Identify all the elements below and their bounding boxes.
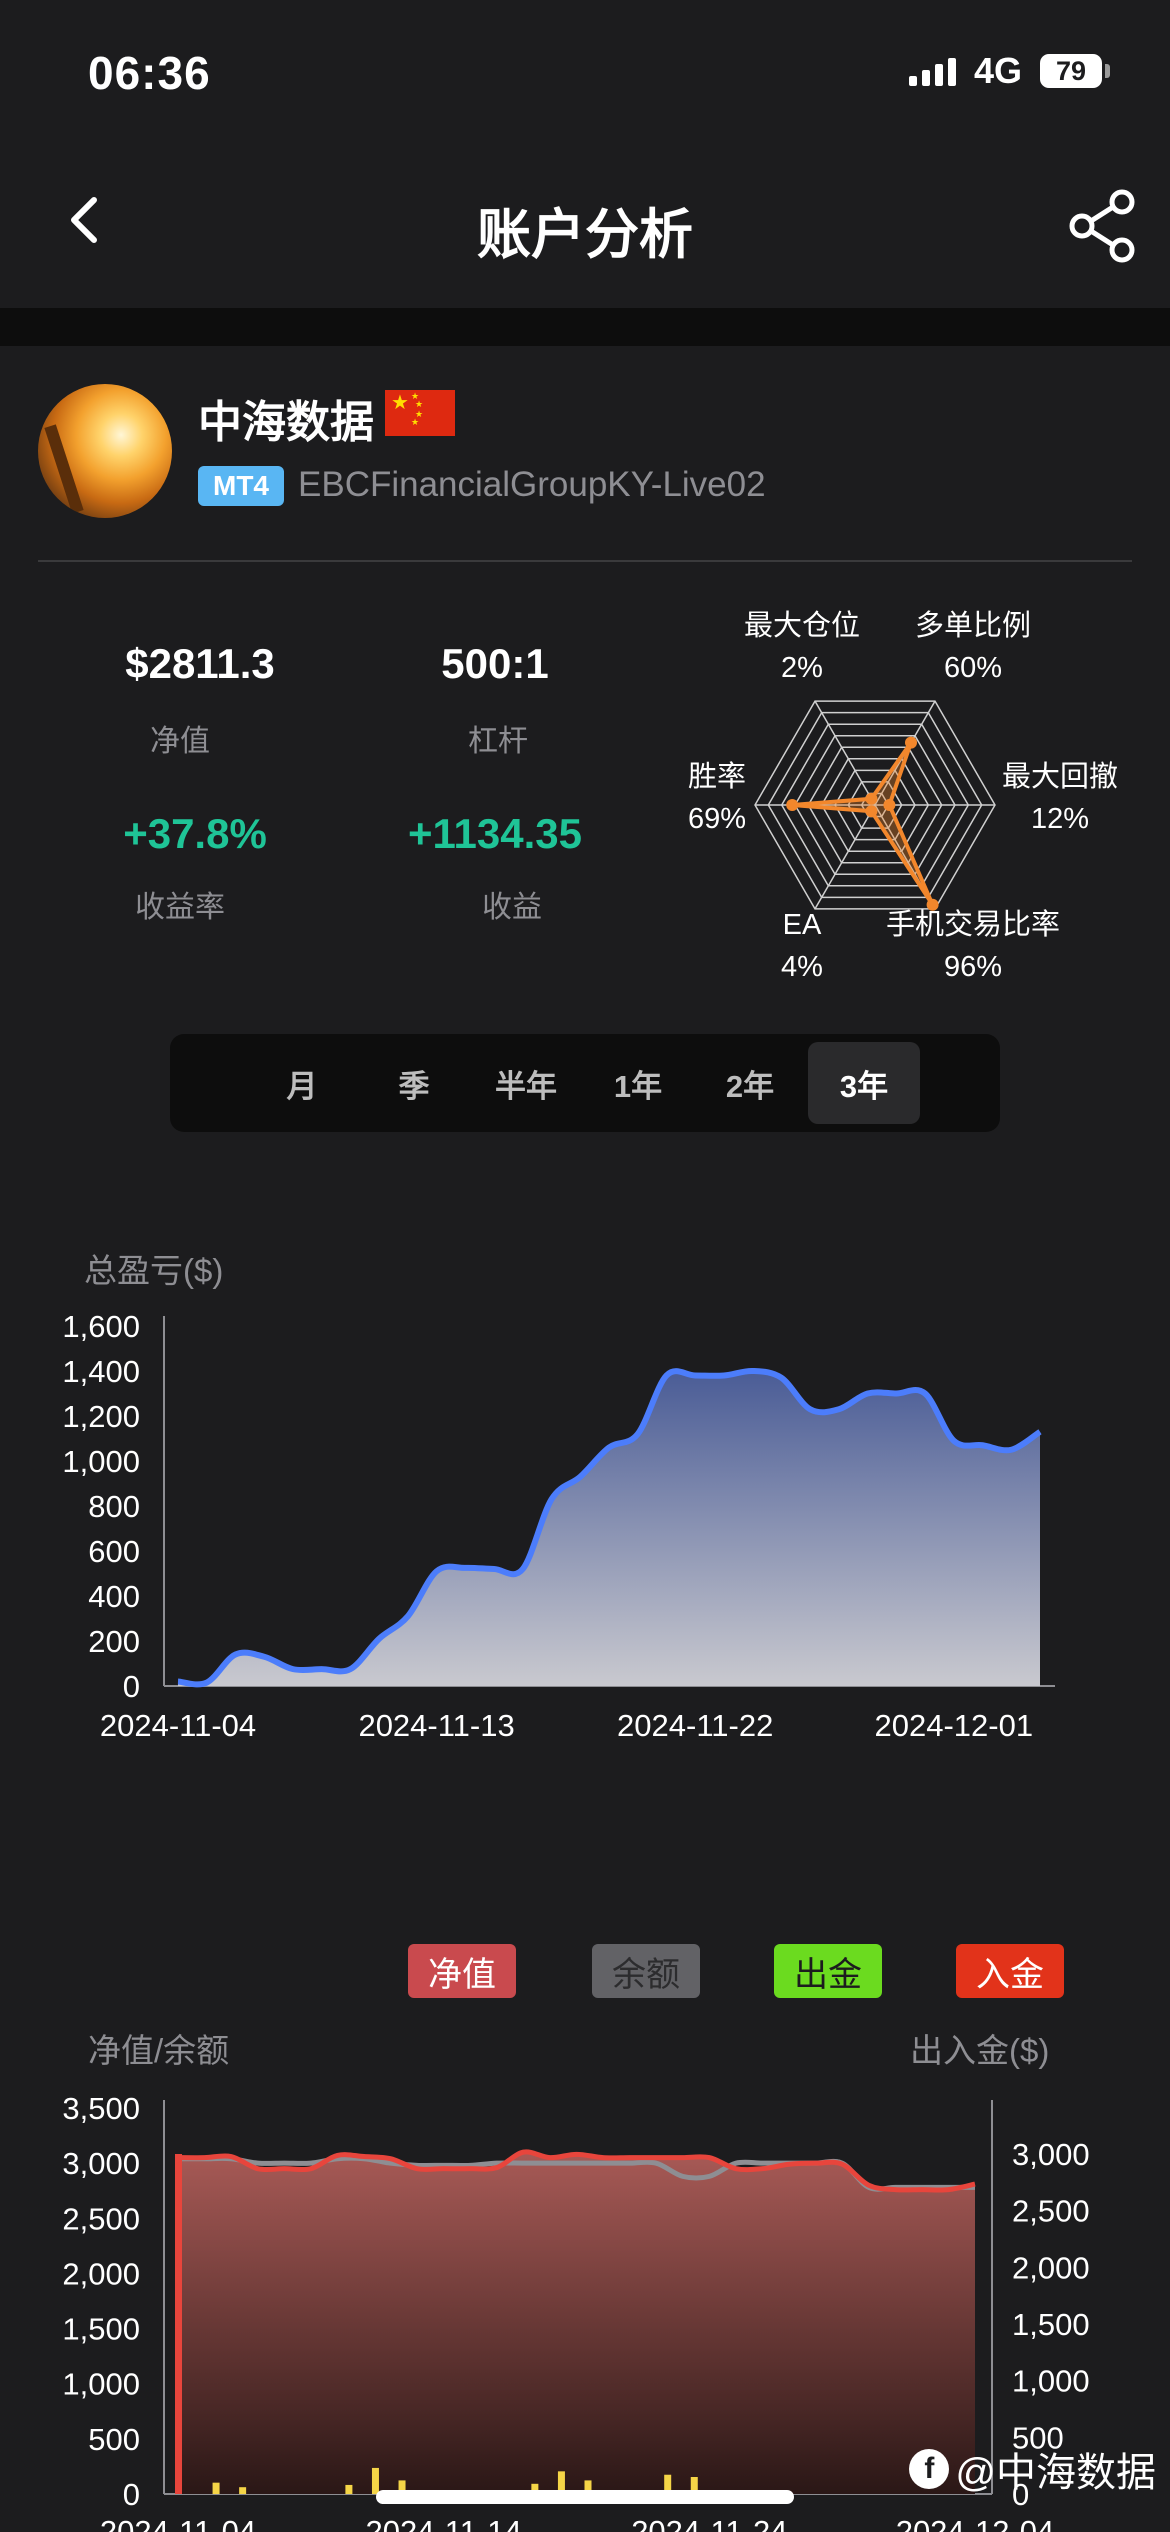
- equity-left-tick: 1,500: [62, 2312, 140, 2347]
- equity-left-tick: 2,500: [62, 2201, 140, 2236]
- return-rate-label: 收益率: [135, 891, 225, 924]
- pnl-y-tick: 1,000: [62, 1444, 140, 1479]
- radar-spoke: [814, 804, 876, 910]
- radar-label-ea: EA 4%: [781, 909, 823, 983]
- profit-label: 收益: [482, 891, 542, 924]
- equity-left-tick: 3,500: [62, 2091, 140, 2126]
- equity-left-tick: 0: [123, 2477, 140, 2512]
- equity-right-tick: 3,000: [1012, 2137, 1090, 2172]
- pnl-x-tick: 2024-11-22: [617, 1708, 773, 1743]
- equity-value: $2811.3: [125, 640, 275, 687]
- withdrawal-bar: [212, 2482, 220, 2494]
- deposit-bar: [175, 2154, 182, 2494]
- tab-half-year[interactable]: 半年: [470, 1042, 582, 1124]
- pnl-y-tick: 400: [88, 1579, 140, 1614]
- pnl-y-tick: 200: [88, 1624, 140, 1659]
- profit-value: +1134.35: [407, 810, 583, 857]
- pnl-x-tick: 2024-12-01: [875, 1708, 1034, 1743]
- china-flag-icon: ★ ★ ★ ★ ★: [385, 390, 455, 436]
- return-rate-value: +37.8%: [123, 810, 267, 857]
- withdrawal-bar: [345, 2484, 353, 2494]
- home-indicator[interactable]: [376, 2490, 794, 2504]
- radar-point-1: [883, 799, 896, 811]
- pnl-x-tick: 2024-11-13: [358, 1708, 514, 1743]
- pnl-chart-title: 总盈亏($): [84, 1252, 224, 1289]
- pnl-y-tick: 1,400: [62, 1354, 140, 1389]
- equity-left-tick: 3,000: [62, 2146, 140, 2181]
- divider: [38, 560, 1132, 562]
- platform-badge: MT4: [198, 466, 284, 506]
- legend-deposit[interactable]: 入金: [956, 1944, 1064, 1998]
- account-name: 中海数据: [198, 398, 374, 447]
- pnl-chart: 0 200 400 600 800 1,000 1,200 1,400 1,600 2024-11…: [62, 1309, 1055, 1743]
- share-button[interactable]: [1064, 188, 1140, 264]
- radar-label-max-drawdown: 最大回撤 12%: [1001, 761, 1118, 835]
- radar-point-4: [786, 799, 799, 811]
- equity-right-tick: 2,000: [1012, 2250, 1090, 2285]
- equity-left-tick: 2,000: [62, 2256, 140, 2291]
- equity-right-tick: 2,500: [1012, 2194, 1090, 2229]
- leverage-value: 500:1: [441, 640, 549, 687]
- radar-label-win-rate: 胜率 69%: [687, 761, 747, 835]
- watermark-text: @中海数据: [955, 2451, 1156, 2495]
- page-title: 账户分析: [477, 205, 693, 265]
- tab-3-years[interactable]: 3年: [808, 1042, 920, 1124]
- equity-label: 净值: [150, 725, 210, 758]
- battery-level: 79: [1040, 54, 1102, 88]
- pnl-y-tick: 1,600: [62, 1309, 140, 1344]
- pnl-y-tick: 800: [88, 1489, 140, 1524]
- share-icon: [1069, 189, 1135, 263]
- equity-x-tick: 2024-11-04: [100, 2514, 256, 2532]
- equity-right-tick: 1,000: [1012, 2364, 1090, 2399]
- status-time: 06:36: [88, 47, 211, 99]
- avatar[interactable]: [38, 384, 172, 518]
- tab-2-years[interactable]: 2年: [694, 1042, 806, 1124]
- tab-quarter[interactable]: 季: [358, 1042, 470, 1124]
- legend-balance[interactable]: 余额: [592, 1944, 700, 1998]
- radar-points: [786, 736, 939, 911]
- equity-x-tick: 2024-11-24: [631, 2514, 787, 2532]
- pnl-y-tick: 0: [123, 1669, 140, 1704]
- legend-withdrawal[interactable]: 出金: [774, 1944, 882, 1998]
- tab-1-year[interactable]: 1年: [582, 1042, 694, 1124]
- equity-area: [178, 2151, 975, 2494]
- pnl-area: [178, 1370, 1040, 1686]
- withdrawal-bar: [239, 2487, 247, 2494]
- radar-chart: [754, 700, 996, 911]
- equity-right-tick: 1,500: [1012, 2307, 1090, 2342]
- pnl-y-tick: 1,200: [62, 1399, 140, 1434]
- status-indicators: 4G 79: [908, 50, 1110, 92]
- radar-value-polygon: [792, 741, 935, 906]
- withdrawal-bar: [371, 2467, 379, 2494]
- pnl-y-tick: 600: [88, 1534, 140, 1569]
- equity-left-tick: 500: [88, 2422, 140, 2457]
- radar-point-5: [865, 792, 878, 805]
- leverage-label: 杠杆: [468, 725, 528, 758]
- radar-label-long-ratio: 多单比例 60%: [914, 610, 1031, 684]
- radar-point-3: [865, 805, 878, 818]
- equity-left-axis-title: 净值/余额: [88, 2032, 230, 2069]
- legend-equity[interactable]: 净值: [408, 1944, 516, 1998]
- equity-right-axis-title: 出入金($): [910, 2032, 1050, 2069]
- radar-point-0: [905, 736, 917, 749]
- equity-left-tick: 1,000: [62, 2367, 140, 2402]
- equity-x-tick: 2024-12-04: [896, 2514, 1055, 2532]
- watermark: f @中海数据: [909, 2440, 1156, 2498]
- tab-month[interactable]: 月: [246, 1042, 358, 1124]
- signal-icon: [908, 56, 956, 86]
- equity-x-tick: 2024-11-14: [366, 2514, 522, 2532]
- network-type: 4G: [973, 50, 1022, 91]
- section-divider: [0, 308, 1170, 346]
- battery-icon: 79: [1040, 54, 1110, 88]
- period-tabs: 月 季 半年 1年 2年 3年: [170, 1034, 1000, 1132]
- server-name: EBCFinancialGroupKY-Live02: [298, 465, 766, 504]
- radar-spoke: [814, 700, 876, 806]
- radar-label-mobile-ratio: 手机交易比率 96%: [885, 909, 1060, 983]
- pnl-x-tick: 2024-11-04: [100, 1708, 256, 1743]
- platform-logo-icon: f: [909, 2449, 950, 2489]
- radar-label-max-position: 最大仓位 2%: [743, 610, 860, 684]
